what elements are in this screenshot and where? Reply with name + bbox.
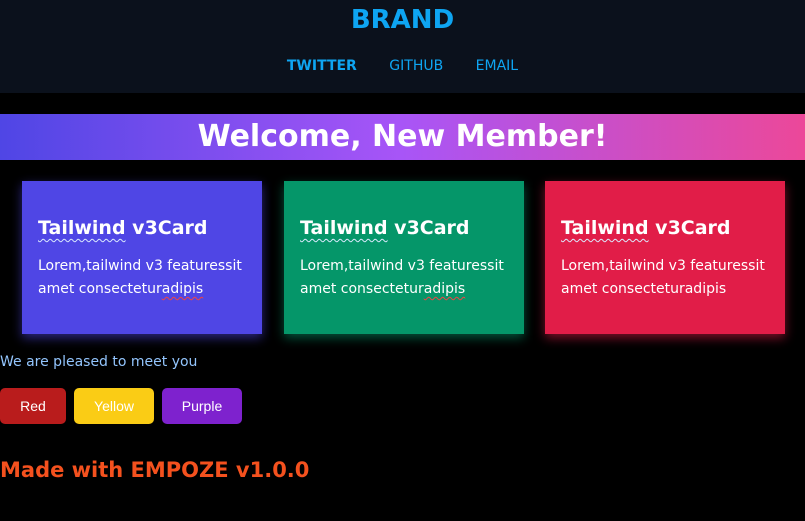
card-title-rest: v3Card bbox=[648, 217, 731, 239]
main-nav: TWITTER GITHUB EMAIL bbox=[0, 56, 805, 76]
card-text: Lorem,tailwind v3 featuressit amet conse… bbox=[38, 255, 246, 301]
card-text-misspelled: adipis bbox=[161, 281, 204, 297]
card: Tailwind v3Card Lorem,tailwind v3 featur… bbox=[22, 181, 262, 334]
card-text-misspelled: adipis bbox=[423, 281, 466, 297]
red-button[interactable]: Red bbox=[0, 388, 66, 424]
greeting-text: We are pleased to meet you bbox=[0, 354, 198, 370]
card-text-main: Lorem,tailwind v3 featuressit amet conse… bbox=[561, 258, 765, 297]
card-title-word: Tailwind bbox=[300, 217, 388, 239]
welcome-heading: Welcome, New Member! bbox=[197, 119, 608, 154]
card-title-rest: v3Card bbox=[125, 217, 208, 239]
card-title-word: Tailwind bbox=[561, 217, 649, 239]
card: Tailwind v3Card Lorem,tailwind v3 featur… bbox=[545, 181, 785, 334]
nav-link-email[interactable]: EMAIL bbox=[476, 56, 518, 76]
card-text: Lorem,tailwind v3 featuressit amet conse… bbox=[300, 255, 508, 301]
card-title: Tailwind v3Card bbox=[300, 215, 508, 241]
card-text: Lorem,tailwind v3 featuressit amet conse… bbox=[561, 255, 769, 301]
card-title: Tailwind v3Card bbox=[561, 215, 769, 241]
card-text-main: Lorem,tailwind v3 featuressit amet conse… bbox=[300, 258, 504, 297]
card-text-main: Lorem,tailwind v3 featuressit amet conse… bbox=[38, 258, 242, 297]
nav-link-github[interactable]: GITHUB bbox=[389, 56, 443, 76]
card-title: Tailwind v3Card bbox=[38, 215, 246, 241]
purple-button[interactable]: Purple bbox=[162, 388, 242, 424]
nav-link-twitter[interactable]: TWITTER bbox=[287, 56, 357, 76]
footer-credit: Made with EMPOZE v1.0.0 bbox=[0, 458, 310, 482]
brand-logo[interactable]: BRAND bbox=[0, 4, 805, 36]
yellow-button[interactable]: Yellow bbox=[74, 388, 154, 424]
card: Tailwind v3Card Lorem,tailwind v3 featur… bbox=[284, 181, 524, 334]
card-title-word: Tailwind bbox=[38, 217, 126, 239]
site-header: BRAND TWITTER GITHUB EMAIL bbox=[0, 0, 805, 93]
card-title-rest: v3Card bbox=[387, 217, 470, 239]
welcome-banner: Welcome, New Member! bbox=[0, 114, 805, 160]
